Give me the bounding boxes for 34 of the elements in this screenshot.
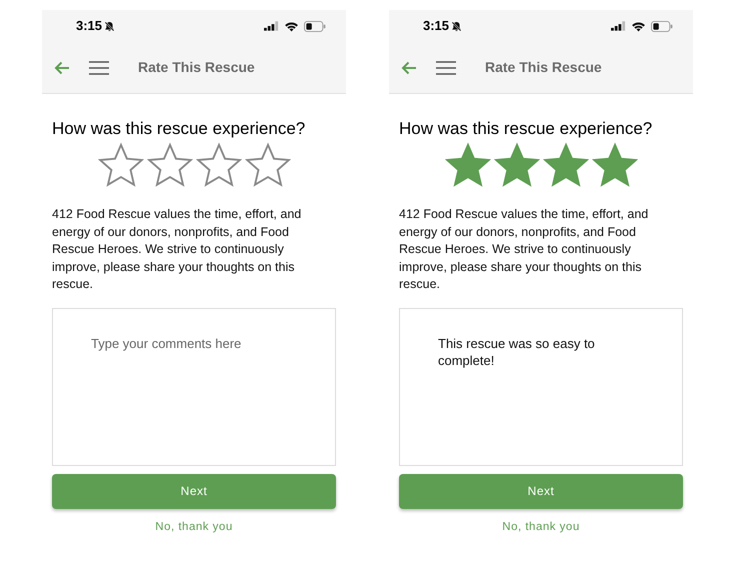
next-button[interactable]: Next xyxy=(52,474,336,509)
status-time: 3:15 xyxy=(76,17,102,36)
back-arrow-icon[interactable] xyxy=(401,60,417,74)
filled-star-icon[interactable] xyxy=(444,142,490,188)
wifi-icon xyxy=(284,20,299,32)
no-thanks-link[interactable]: No, thank you xyxy=(502,518,580,536)
comment-field[interactable]: Type your comments here xyxy=(52,308,336,466)
menu-icon[interactable] xyxy=(89,60,109,74)
status-time: 3:15 xyxy=(423,17,450,36)
filled-star-icon[interactable] xyxy=(494,142,540,188)
battery-icon xyxy=(651,20,673,32)
empty-star-icon[interactable] xyxy=(98,142,144,188)
rating-question: How was this rescue experience? xyxy=(399,118,654,140)
description-text: 412 Food Rescue values the time, effort, and energy of our donors, nonprofits, and Food Rescue Heroes. We strive to continuously improve, please share your thoughts on this rescue. xyxy=(399,206,650,294)
empty-star-icon[interactable] xyxy=(196,142,242,188)
no-thanks-link[interactable]: No, thank you xyxy=(155,518,233,536)
filled-star-icon[interactable] xyxy=(542,142,588,188)
empty-star-icon[interactable] xyxy=(244,142,290,188)
muted-bell-icon xyxy=(104,20,116,32)
battery-icon xyxy=(304,20,326,32)
rating-question: How was this rescue experience? xyxy=(52,118,306,140)
screen-title: Rate This Rescue xyxy=(485,58,602,77)
empty-star-icon[interactable] xyxy=(146,142,192,188)
description-text: 412 Food Rescue values the time, effort, and energy of our donors, nonprofits, and Food Rescue Heroes. We strive to continuously improve, please share your thoughts on this rescue. xyxy=(52,206,302,294)
comment-field[interactable]: This rescue was so easy to complete! xyxy=(399,308,683,466)
screen-title: Rate This Rescue xyxy=(138,58,255,77)
signal-icon xyxy=(611,21,626,31)
next-button[interactable]: Next xyxy=(399,474,683,509)
menu-icon[interactable] xyxy=(436,60,456,74)
muted-bell-icon xyxy=(451,20,462,32)
signal-icon xyxy=(264,21,279,31)
wifi-icon xyxy=(631,20,646,32)
filled-star-icon[interactable] xyxy=(592,142,638,188)
back-arrow-icon[interactable] xyxy=(54,60,70,74)
